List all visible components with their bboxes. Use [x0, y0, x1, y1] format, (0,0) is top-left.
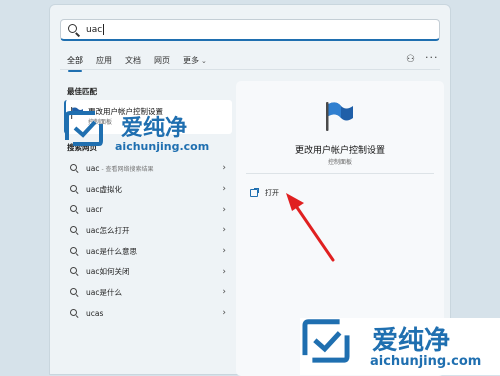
list-item[interactable]: ucas › [64, 303, 234, 324]
tab-all[interactable]: 全部 [67, 55, 83, 72]
list-item[interactable]: uac怎么打开 › [64, 220, 234, 241]
web-results-list: uac - 查看网络搜索结果 › uac虚拟化 › uacr › uac怎么打开… [64, 158, 234, 324]
chevron-right-icon: › [222, 246, 226, 257]
web-query: uac是什么 [86, 287, 122, 297]
chevron-right-icon: › [222, 287, 226, 298]
watermark-logo-icon [65, 111, 103, 146]
chevron-right-icon: › [222, 308, 226, 319]
web-query: uac如何关闭 [86, 267, 130, 277]
account-switch-icon[interactable]: ⚇ [406, 54, 415, 65]
tabs-divider [60, 69, 440, 70]
web-query: uacr [86, 205, 103, 215]
chevron-right-icon: › [222, 266, 226, 277]
best-match-heading: 最佳匹配 [67, 87, 97, 96]
list-item[interactable]: uacr › [64, 199, 234, 220]
watermark-url: aichunjing.com [115, 140, 210, 153]
web-query-hint: - 查看网络搜索结果 [101, 165, 154, 173]
watermark-brand: 爱纯净 [121, 116, 188, 141]
watermark-logo-icon [302, 319, 350, 363]
chevron-right-icon: › [222, 225, 226, 236]
tab-apps[interactable]: 应用 [96, 55, 112, 66]
tab-more-label: 更多 [183, 56, 199, 65]
detail-divider [246, 173, 434, 174]
search-icon [70, 308, 79, 318]
search-icon [70, 246, 79, 256]
web-query: uac怎么打开 [86, 225, 130, 235]
watermark-url: aichunjing.com [370, 354, 482, 369]
detail-subtitle: 控制面板 [327, 159, 352, 166]
list-item[interactable]: uac - 查看网络搜索结果 › [64, 158, 234, 179]
chevron-right-icon: › [222, 184, 226, 195]
web-query: uac虚拟化 [86, 184, 122, 194]
chevron-right-icon: › [222, 163, 226, 174]
watermark: 爱纯净 aichunjing.com [300, 318, 500, 375]
list-item[interactable]: uac虚拟化 › [64, 179, 234, 200]
text-caret [103, 24, 105, 35]
search-icon [67, 23, 81, 37]
search-icon [70, 163, 79, 173]
watermark-brand: 爱纯净 [372, 326, 451, 356]
list-item[interactable]: uac如何关闭 › [64, 261, 234, 282]
web-query: uac是什么意思 [86, 246, 137, 256]
list-item[interactable]: uac是什么 › [64, 282, 234, 303]
chevron-down-icon: ⌄ [201, 57, 207, 65]
search-icon [70, 184, 79, 194]
web-query: ucas [86, 308, 104, 318]
search-icon [70, 267, 79, 276]
watermark: 爱纯净 aichunjing.com [63, 110, 223, 156]
search-icon [70, 225, 79, 235]
list-item[interactable]: uac是什么意思 › [64, 241, 234, 262]
search-input[interactable]: uac [86, 25, 102, 35]
detail-title: 更改用户帐户控制设置 [294, 146, 385, 156]
search-icon [70, 205, 79, 214]
tab-more[interactable]: 更多 ⌄ [183, 55, 207, 66]
open-label: 打开 [265, 189, 279, 197]
open-action[interactable]: 打开 [250, 188, 279, 198]
uac-flag-icon [326, 102, 353, 131]
tab-documents[interactable]: 文档 [125, 55, 141, 66]
web-query: uac [86, 163, 100, 173]
chevron-right-icon: › [222, 204, 226, 215]
more-options-icon[interactable]: ··· [425, 51, 439, 64]
search-icon [70, 287, 79, 297]
open-external-icon [250, 188, 259, 197]
filter-tabs: 全部 应用 文档 网页 更多 ⌄ [67, 55, 220, 72]
search-box[interactable]: uac [60, 19, 440, 41]
tab-web[interactable]: 网页 [154, 55, 170, 66]
